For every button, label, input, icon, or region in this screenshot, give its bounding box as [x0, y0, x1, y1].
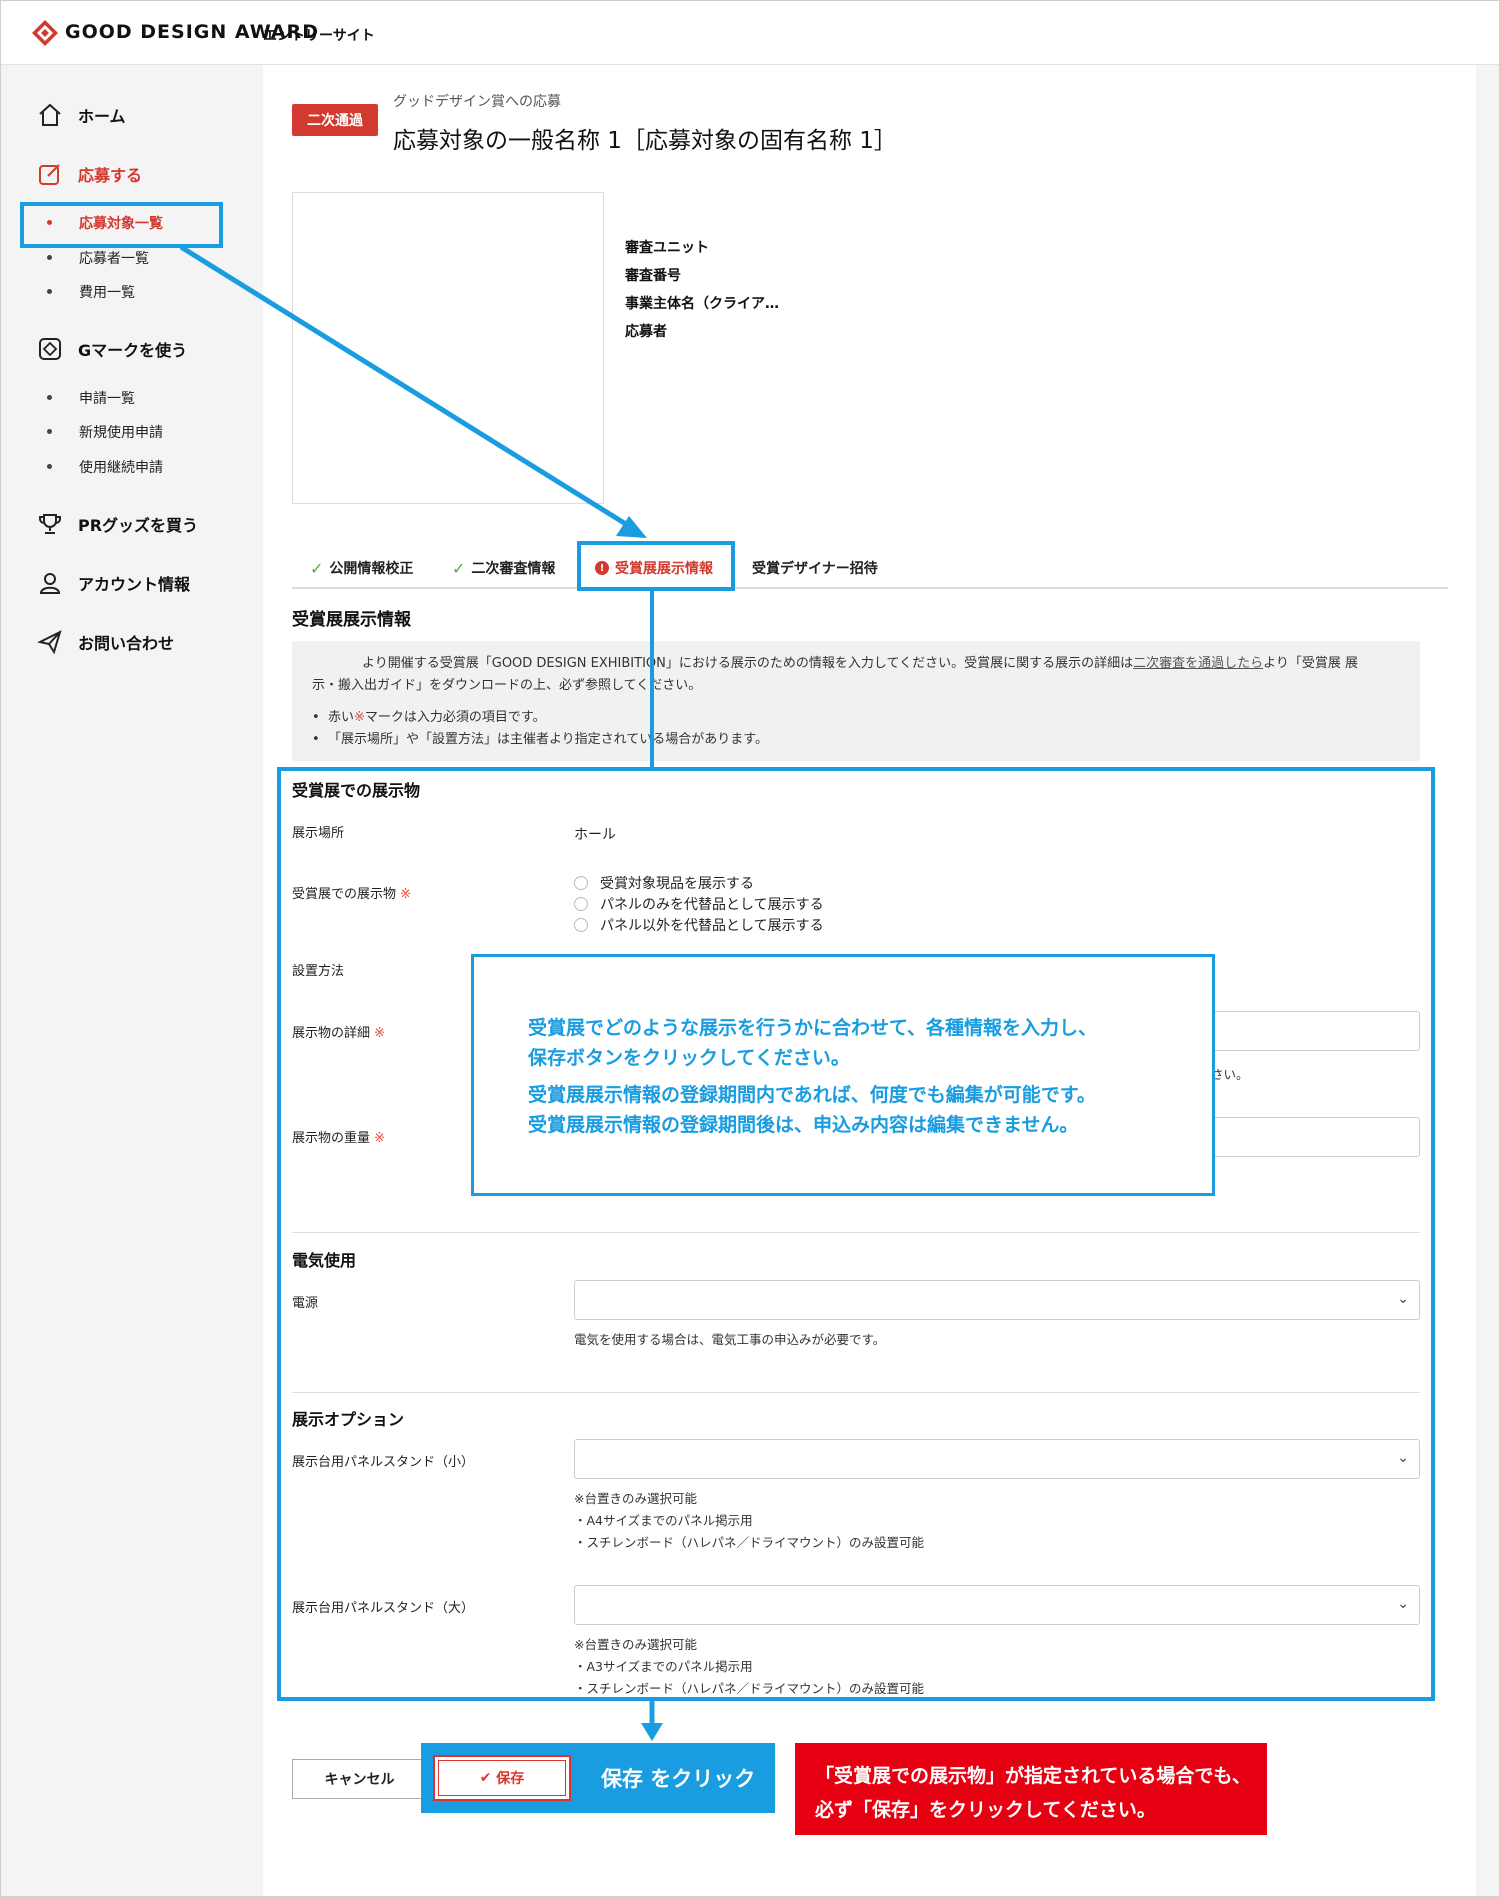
save-highlight: ✔ 保存 保存 をクリック [421, 1743, 775, 1813]
highlight-exhibit-tab [577, 541, 735, 591]
save-hint: 保存 をクリック [601, 1767, 756, 1791]
diagonal-arrow-line [179, 244, 631, 529]
callout-line-2: 保存ボタンをクリックしてください。 [528, 1047, 850, 1069]
save-button[interactable]: ✔ 保存 [433, 1755, 571, 1801]
arrow-head-icon [641, 1723, 663, 1741]
save-button-inner: ✔ 保存 [438, 1760, 566, 1796]
page-frame: GOOD DESIGN AWARD エントリーサイト ホーム 応募する 応募対象… [0, 0, 1500, 1897]
warning-line-2: 必ず「保存」をクリックしてください。 [815, 1799, 1156, 1821]
warning-note: 「受賞展での展示物」が指定されている場合でも、 必ず「保存」をクリックしてくださ… [795, 1743, 1267, 1835]
instruction-callout: 受賞展でどのような展示を行うかに合わせて、各種情報を入力し、 保存ボタンをクリッ… [471, 954, 1215, 1196]
callout-line-3: 受賞展展示情報の登録期間内であれば、何度でも編集が可能です。 [528, 1084, 1096, 1106]
callout-line-1: 受賞展でどのような展示を行うかに合わせて、各種情報を入力し、 [528, 1017, 1098, 1039]
warning-line-1: 「受賞展での展示物」が指定されている場合でも、 [815, 1765, 1251, 1787]
check-icon: ✔ [479, 1770, 492, 1786]
highlight-form-area [277, 767, 1435, 1701]
cancel-button[interactable]: キャンセル [292, 1759, 427, 1799]
save-button-label: 保存 [496, 1771, 525, 1787]
callout-line-4: 受賞展展示情報の登録期間後は、申込み内容は編集できません。 [528, 1114, 1079, 1136]
